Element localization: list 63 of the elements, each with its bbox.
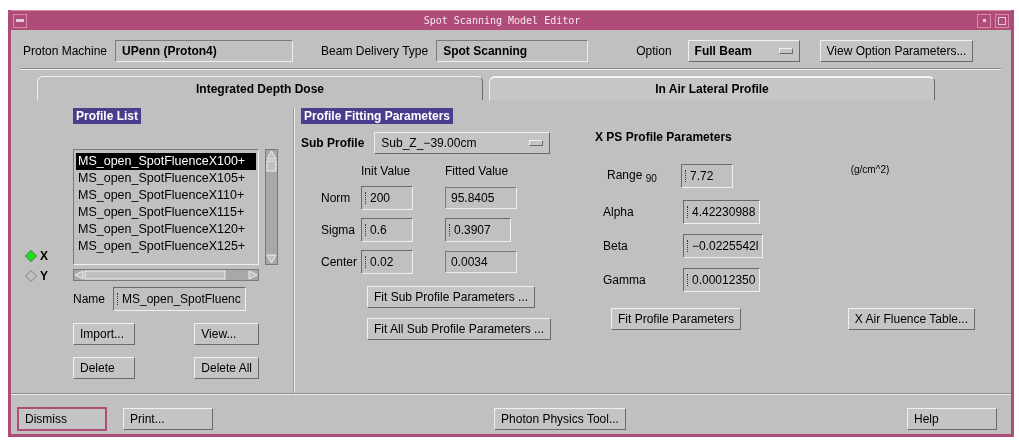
window-title: Spot Scanning Model Editor (422, 15, 582, 26)
text-field[interactable]: 0.00012350 (683, 268, 761, 292)
text-field[interactable]: MS_open_SpotFluenc (113, 286, 246, 311)
field-label: Beam Delivery Type (321, 44, 429, 58)
tab[interactable]: Integrated Depth Dose (37, 76, 483, 100)
field-label: Sigma (320, 223, 356, 237)
field-label: Proton Machine (23, 44, 108, 58)
radio-button[interactable]: X (25, 248, 73, 263)
text-field[interactable]: 0.3907 (445, 218, 511, 242)
tab[interactable]: In Air Lateral Profile (489, 76, 935, 100)
button[interactable]: Fit All Sub Profile Parameters ... (367, 318, 552, 340)
field-label: Name (73, 291, 105, 306)
column-header: Fitted Value (445, 164, 510, 178)
minimize-icon[interactable] (977, 13, 991, 28)
button[interactable]: Fit Sub Profile Parameters ... (367, 286, 536, 308)
fitted-value: 0.0034 (445, 251, 517, 273)
vertical-scrollbar[interactable] (265, 148, 278, 265)
text-field[interactable]: 7.72 (681, 164, 733, 188)
unit-label: (g/cm^2) (850, 164, 890, 175)
text-field[interactable]: −0.0225542l (683, 234, 764, 258)
horizontal-scrollbar[interactable] (73, 268, 259, 281)
field-label: Gamma (603, 273, 646, 287)
field-label: Sub Profile (301, 136, 365, 150)
profile-list[interactable]: MS_open_SpotFluenceX100+ MS_open_SpotFluenceX105+ MS_open_SpotFluenceX110+ MS_open_SpotFluenceX115+ MS_open_SpotFluenceX120+ MS_open_SpotFluenceX125+ (73, 148, 259, 265)
option-menu[interactable]: Full Beam (687, 40, 800, 62)
view-option-button[interactable]: View Option Parameters... (819, 40, 974, 62)
section-heading: Profile List (73, 108, 141, 124)
button[interactable]: Help (907, 408, 997, 430)
button[interactable]: View... (194, 322, 259, 345)
fitted-value: 95.8405 (445, 187, 517, 209)
list-item[interactable]: MS_open_SpotFluenceX125+ (76, 237, 256, 255)
button[interactable]: Delete (73, 356, 135, 379)
radio-button[interactable]: Y (25, 268, 73, 283)
list-item[interactable]: MS_open_SpotFluenceX115+ (76, 203, 256, 221)
section-heading: Profile Fitting Parameters (301, 108, 454, 124)
field-label: Center (320, 255, 359, 269)
window-menu-icon[interactable] (13, 13, 27, 28)
beam-delivery-field: Spot Scanning (436, 40, 589, 62)
button[interactable]: Print... (123, 408, 213, 430)
button[interactable]: Dismiss (17, 407, 107, 431)
list-item[interactable]: MS_open_SpotFluenceX105+ (76, 169, 256, 187)
field-label: Norm (320, 191, 352, 205)
field-label: Range $_{90}$ (607, 167, 657, 185)
button[interactable]: Photon Physics Tool... (494, 408, 626, 430)
list-item[interactable]: MS_open_SpotFluenceX100+ (76, 152, 256, 170)
text-field[interactable]: 0.02 (361, 250, 413, 274)
text-field[interactable]: 200 (361, 186, 413, 210)
field-label: Alpha (603, 205, 634, 219)
field-label: Option (636, 44, 672, 58)
list-item[interactable]: MS_open_SpotFluenceX120+ (76, 220, 256, 238)
button[interactable]: Fit Profile Parameters (611, 308, 742, 330)
button[interactable]: X Air Fluence Table... (847, 308, 975, 330)
sub-profile-menu[interactable]: Sub_Z_−39.00cm (374, 132, 551, 154)
text-field[interactable]: 4.42230988 (683, 200, 761, 224)
text-field[interactable]: 0.6 (361, 218, 413, 242)
list-item[interactable]: MS_open_SpotFluenceX110+ (76, 186, 256, 204)
button[interactable]: Import... (73, 322, 135, 345)
column-header: Init Value (361, 164, 412, 178)
maximize-icon[interactable] (995, 13, 1009, 28)
field-label: Beta (603, 239, 628, 253)
proton-machine-field: UPenn (Proton4) (115, 40, 294, 62)
button[interactable]: Delete All (194, 356, 259, 379)
section-heading: X PS Profile Parameters (595, 130, 733, 144)
